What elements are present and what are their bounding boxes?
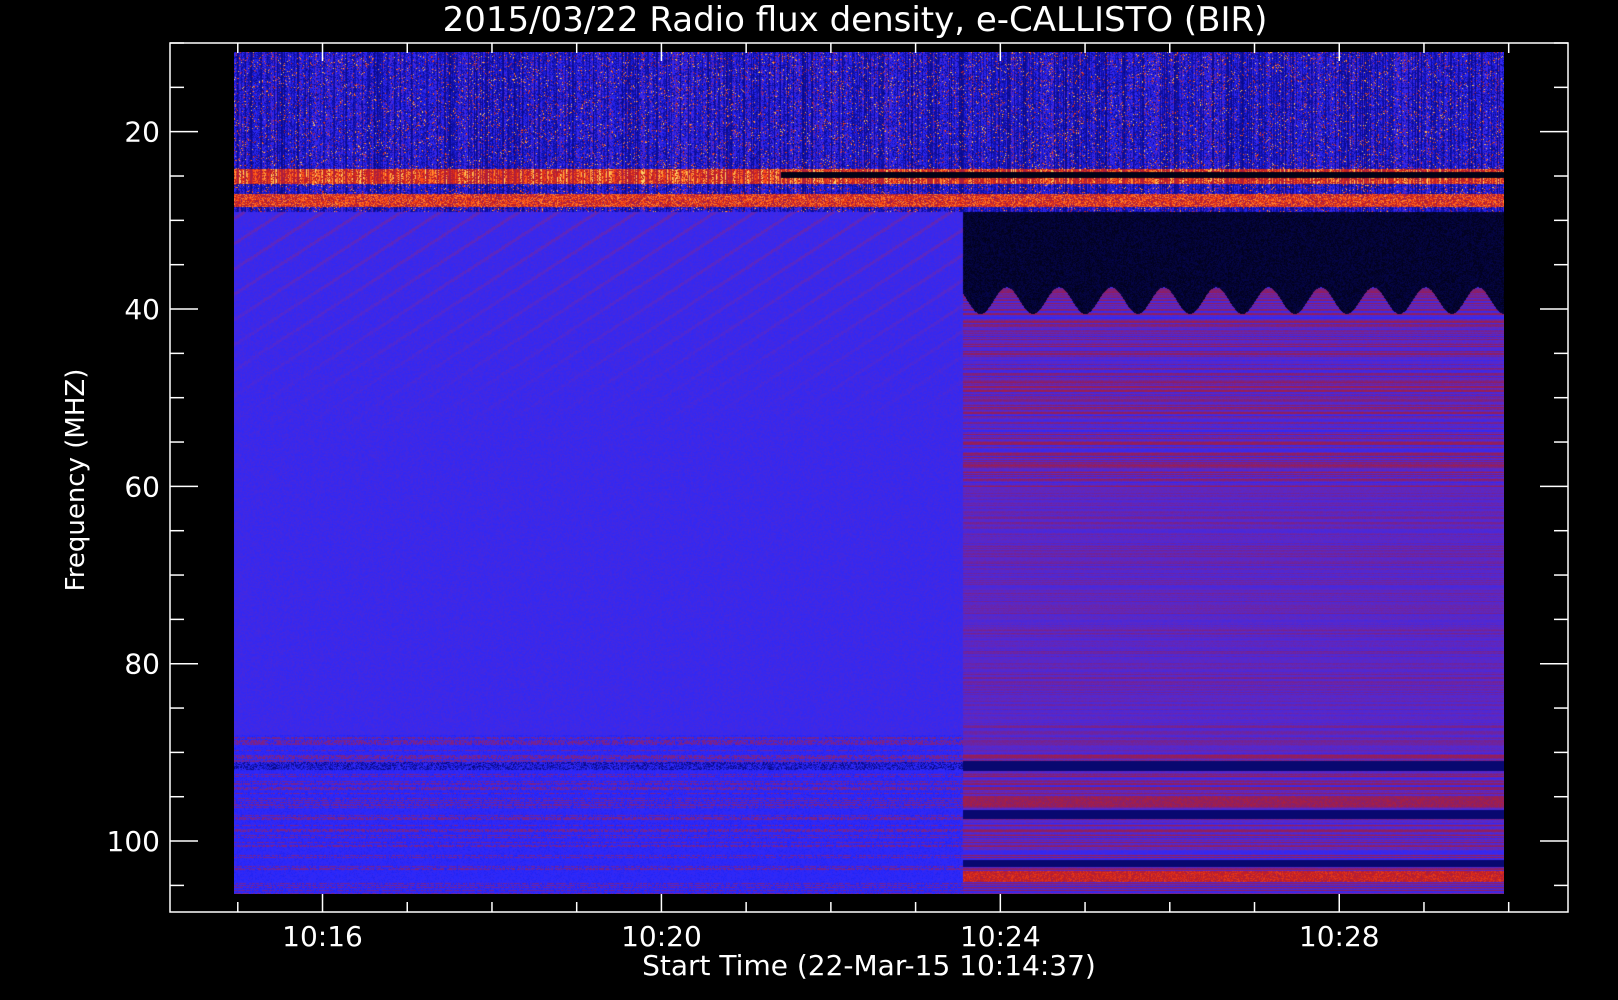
spectrogram-canvas (234, 52, 1504, 894)
y-axis-label: Frequency (MHZ) (61, 369, 91, 592)
chart-title: 2015/03/22 Radio flux density, e-CALLIST… (443, 0, 1268, 40)
spectrogram-chart: 2015/03/22 Radio flux density, e-CALLIST… (0, 0, 1618, 1000)
y-tick-label: 60 (124, 470, 160, 503)
x-tick-label: 10:16 (282, 920, 363, 953)
y-tick-label: 100 (107, 825, 160, 858)
y-tick-label: 20 (124, 116, 160, 149)
x-axis-label: Start Time (22-Mar-15 10:14:37) (642, 949, 1096, 982)
x-tick-label: 10:28 (1299, 920, 1380, 953)
y-tick-label: 40 (124, 293, 160, 326)
y-tick-label: 80 (124, 648, 160, 681)
spectrogram-image (234, 52, 1504, 894)
spectrogram-raster (234, 52, 1504, 894)
